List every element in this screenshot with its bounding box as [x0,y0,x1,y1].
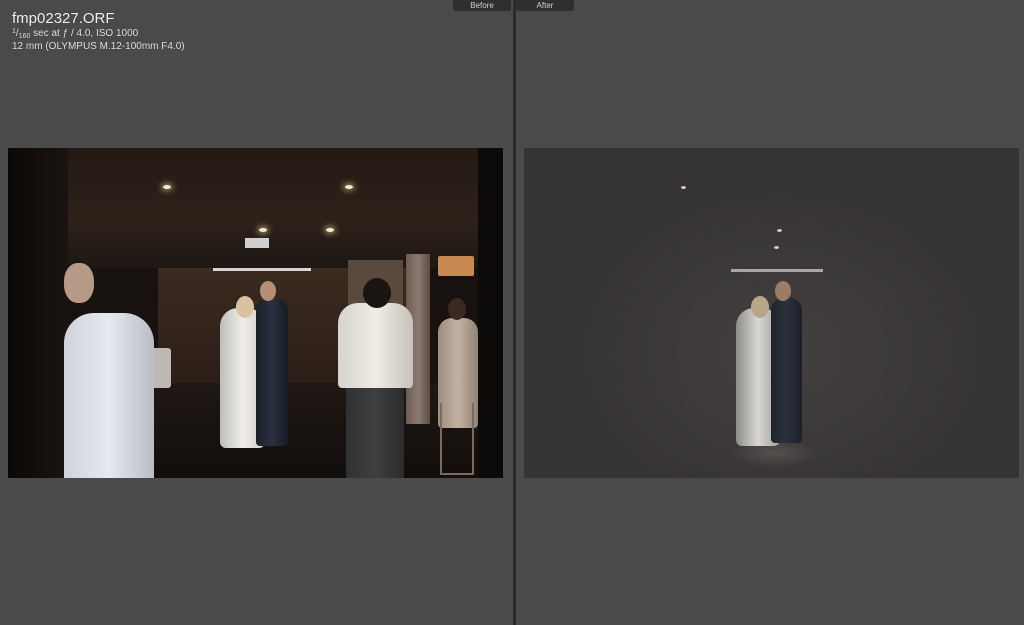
light-strip [213,268,311,271]
exposure-details: sec at ƒ / 4.0, ISO 1000 [30,28,139,39]
groom-head [775,281,791,301]
ceiling [63,148,483,268]
videographer-head [64,263,94,303]
ceiling-light [259,228,267,232]
pane-divider[interactable] [513,0,516,625]
before-photo[interactable] [8,148,503,478]
photo-info-overlay: fmp02327.ORF 1/160 sec at ƒ / 4.0, ISO 1… [12,10,185,53]
ceiling-light [777,229,782,232]
lens-info: 12 mm (OLYMPUS M.12-100mm F4.0) [12,41,185,52]
shutter-denominator: 160 [18,33,31,40]
compare-view: Before After fmp02327.ORF 1/160 sec at ƒ… [0,0,1024,625]
light-strip [731,269,823,272]
exposure-info: 1/160 sec at ƒ / 4.0, ISO 1000 [12,28,139,40]
bride-head [236,296,254,318]
groom [771,298,802,443]
ceiling-light [163,185,171,189]
shutter-numerator: 1 [12,28,16,35]
projector [245,238,269,248]
ceiling-light [681,186,686,189]
hanging-lamp [438,256,474,276]
ceiling-light [774,246,779,249]
guest-head [363,278,391,308]
left-wall [8,148,68,478]
ceiling-light [345,185,353,189]
before-tab[interactable]: Before [453,0,511,11]
filename-label: fmp02327.ORF [12,10,115,27]
chair [440,403,474,475]
groom-head [260,281,276,301]
videographer [64,313,154,478]
right-wall [478,148,503,478]
groom [256,298,288,446]
after-photo[interactable] [524,148,1019,478]
guest [338,303,413,388]
guest-legs [346,383,404,478]
after-tab[interactable]: After [516,0,574,11]
bridesmaid-head [448,298,466,320]
ceiling-light [326,228,334,232]
bride-head [751,296,769,318]
